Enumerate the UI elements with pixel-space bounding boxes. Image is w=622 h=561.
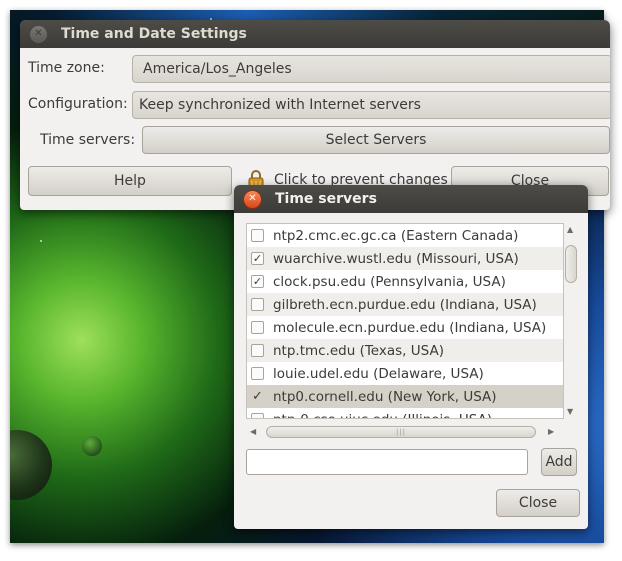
server-label: ntp.tmc.edu (Texas, USA) xyxy=(273,342,444,359)
time-servers-dialog: ✕ Time servers ntp2.cmc.ec.gc.ca (Easter… xyxy=(234,185,588,529)
server-label: ntp0.cornell.edu (New York, USA) xyxy=(273,388,497,405)
server-label: ntp-0.cso.uiuc.edu (Illinois, USA) xyxy=(273,412,492,419)
scroll-down-icon[interactable]: ▼ xyxy=(567,407,573,416)
dialog-close-button[interactable]: Close xyxy=(496,489,580,517)
server-list-item[interactable]: louie.udel.edu (Delaware, USA) xyxy=(247,362,563,385)
vertical-scroll-thumb[interactable] xyxy=(565,245,577,283)
configuration-combo[interactable]: Keep synchronized with Internet servers xyxy=(132,91,610,119)
timezone-value: America/Los_Angeles xyxy=(143,61,292,77)
horizontal-scrollbar[interactable]: ◀ ||| ▶ xyxy=(246,425,564,439)
server-label: ntp2.cmc.ec.gc.ca (Eastern Canada) xyxy=(273,227,519,244)
checkbox[interactable] xyxy=(251,298,264,311)
checked-checkbox[interactable]: ✓ xyxy=(251,275,264,288)
server-list-item[interactable]: ntp-0.cso.uiuc.edu (Illinois, USA) xyxy=(247,408,563,419)
configuration-value: Keep synchronized with Internet servers xyxy=(139,97,421,113)
window-title: Time and Date Settings xyxy=(61,26,247,42)
server-label: wuarchive.wustl.edu (Missouri, USA) xyxy=(273,250,519,267)
moon-decoration xyxy=(82,436,102,456)
star-decoration xyxy=(40,240,42,242)
server-label: louie.udel.edu (Delaware, USA) xyxy=(273,365,484,382)
close-icon[interactable]: ✕ xyxy=(30,25,47,43)
timezone-combo[interactable]: America/Los_Angeles xyxy=(132,55,610,83)
new-server-input[interactable] xyxy=(246,449,528,475)
checkbox[interactable] xyxy=(251,367,264,380)
add-button[interactable]: Add xyxy=(541,448,577,476)
dialog-title: Time servers xyxy=(275,191,377,207)
title-bar: ✕ Time and Date Settings xyxy=(20,20,610,48)
server-list-item[interactable]: ✓ ntp0.cornell.edu (New York, USA) xyxy=(247,385,563,408)
checkbox[interactable] xyxy=(251,229,264,242)
dialog-title-bar: ✕ Time servers xyxy=(234,185,588,213)
help-button[interactable]: Help xyxy=(28,166,232,196)
server-list-item[interactable]: ntp2.cmc.ec.gc.ca (Eastern Canada) xyxy=(247,224,563,247)
timezone-label: Time zone: xyxy=(28,60,105,76)
server-label: clock.psu.edu (Pennsylvania, USA) xyxy=(273,273,506,290)
close-icon[interactable]: ✕ xyxy=(244,190,261,208)
server-list-item[interactable]: ntp.tmc.edu (Texas, USA) xyxy=(247,339,563,362)
checked-checkbox[interactable]: ✓ xyxy=(251,390,264,403)
select-servers-button[interactable]: Select Servers xyxy=(142,126,610,154)
checkbox[interactable] xyxy=(251,344,264,357)
server-label: gilbreth.ecn.purdue.edu (Indiana, USA) xyxy=(273,296,537,313)
scroll-right-icon[interactable]: ▶ xyxy=(548,427,554,436)
server-list: ntp2.cmc.ec.gc.ca (Eastern Canada) ✓ wuarc… xyxy=(246,223,564,419)
scroll-up-icon[interactable]: ▲ xyxy=(567,225,573,234)
time-servers-label: Time servers: xyxy=(40,132,136,148)
time-and-date-settings-window: ✕ Time and Date Settings Time zone: Amer… xyxy=(20,20,610,210)
scroll-left-icon[interactable]: ◀ xyxy=(250,427,256,436)
server-list-item[interactable]: ✓ wuarchive.wustl.edu (Missouri, USA) xyxy=(247,247,563,270)
checkbox[interactable] xyxy=(251,321,264,334)
horizontal-scroll-thumb[interactable]: ||| xyxy=(266,426,536,438)
server-list-item[interactable]: ✓ clock.psu.edu (Pennsylvania, USA) xyxy=(247,270,563,293)
checked-checkbox[interactable]: ✓ xyxy=(251,252,264,265)
configuration-label: Configuration: xyxy=(28,96,128,112)
vertical-scrollbar[interactable]: ▲ ▼ xyxy=(564,223,578,419)
server-list-item[interactable]: molecule.ecn.purdue.edu (Indiana, USA) xyxy=(247,316,563,339)
checkbox[interactable] xyxy=(251,413,264,418)
planet-decoration xyxy=(10,430,52,500)
server-label: molecule.ecn.purdue.edu (Indiana, USA) xyxy=(273,319,547,336)
server-list-item[interactable]: gilbreth.ecn.purdue.edu (Indiana, USA) xyxy=(247,293,563,316)
